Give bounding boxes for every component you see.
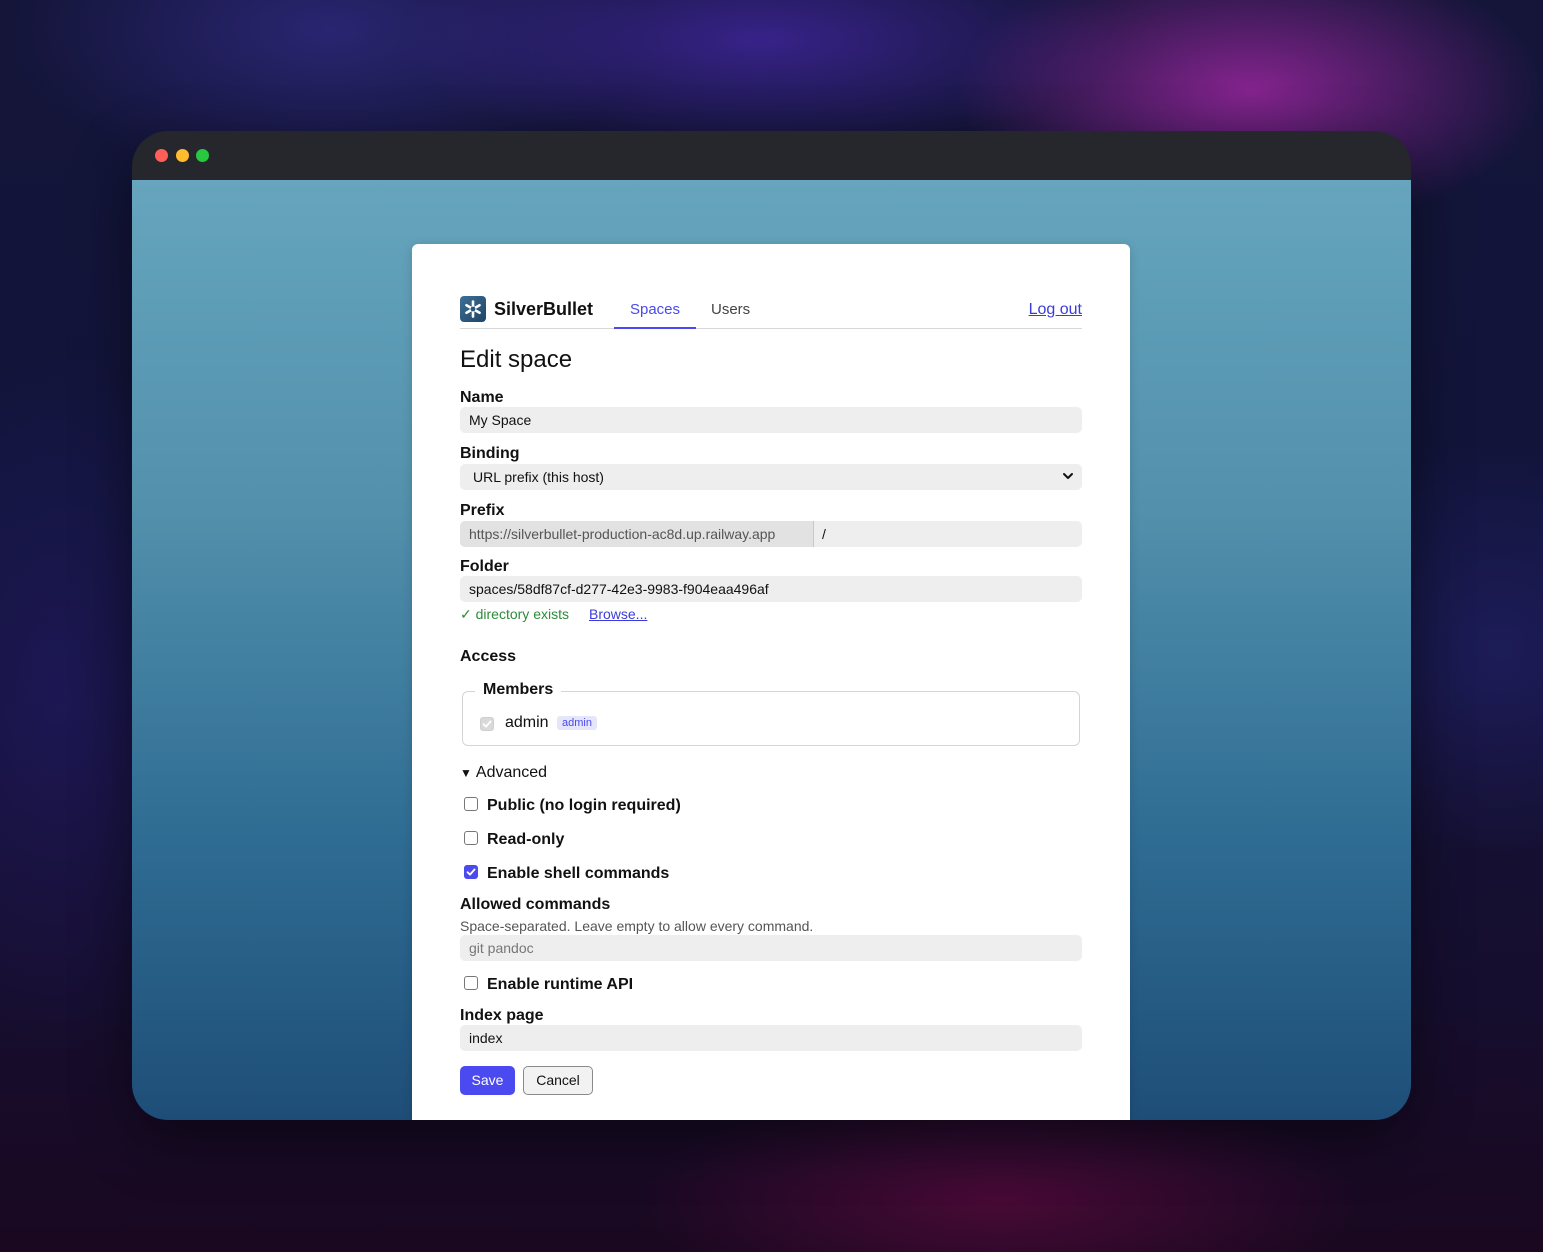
prefix-host-addon: https://silverbullet-production-ac8d.up.… — [460, 521, 814, 547]
tab-spaces[interactable]: Spaces — [614, 301, 696, 329]
allowed-commands-label: Allowed commands — [460, 896, 611, 913]
top-nav: SilverBullet Spaces Users Log out — [460, 296, 1082, 329]
access-heading: Access — [460, 648, 517, 665]
name-label: Name — [460, 389, 504, 406]
browse-link[interactable]: Browse... — [589, 606, 647, 622]
prefix-input-group: https://silverbullet-production-ac8d.up.… — [460, 521, 1082, 547]
window-titlebar — [132, 131, 1411, 180]
public-label[interactable]: Public (no login required) — [487, 797, 681, 815]
page-viewport: SilverBullet Spaces Users Log out Edit s… — [132, 180, 1411, 1120]
binding-select[interactable]: URL prefix (this host) — [460, 464, 1082, 490]
brand-name: SilverBullet — [494, 299, 594, 319]
save-button[interactable]: Save — [460, 1066, 515, 1095]
allowed-commands-input[interactable]: git pandoc — [460, 935, 1082, 961]
members-legend: Members — [475, 681, 562, 699]
index-page-label: Index page — [460, 1007, 544, 1024]
readonly-checkbox[interactable] — [464, 831, 478, 845]
readonly-label[interactable]: Read-only — [487, 831, 564, 849]
advanced-label: Advanced — [475, 764, 548, 781]
members-fieldset: Members admin admin — [462, 681, 1080, 746]
name-input[interactable]: My Space — [460, 407, 1082, 433]
tab-users[interactable]: Users — [711, 301, 750, 318]
admin-role-badge: admin — [557, 716, 597, 730]
directory-status: ✓ directory exists — [460, 606, 569, 622]
cancel-button[interactable]: Cancel — [523, 1066, 593, 1095]
folder-input[interactable]: spaces/58df87cf-d277-42e3-9983-f904eaa49… — [460, 576, 1082, 602]
triangle-down-icon: ▼ — [460, 766, 472, 780]
member-checkbox-admin[interactable] — [480, 717, 494, 731]
allowed-commands-hint: Space-separated. Leave empty to allow ev… — [460, 918, 814, 934]
runtime-api-checkbox[interactable] — [464, 976, 478, 990]
prefix-label: Prefix — [460, 502, 505, 519]
silverbullet-logo-icon — [460, 296, 486, 322]
advanced-toggle[interactable]: ▼ Advanced — [460, 764, 547, 782]
member-name-admin: admin — [505, 714, 549, 731]
binding-label: Binding — [460, 445, 520, 462]
shell-commands-label[interactable]: Enable shell commands — [487, 865, 669, 883]
logout-link[interactable]: Log out — [1029, 301, 1082, 319]
shell-commands-checkbox[interactable] — [464, 865, 478, 879]
public-checkbox[interactable] — [464, 797, 478, 811]
binding-select-value: URL prefix (this host) — [473, 469, 604, 485]
prefix-input[interactable]: / — [822, 526, 826, 542]
maximize-window-button[interactable] — [196, 149, 209, 162]
folder-label: Folder — [460, 558, 509, 575]
minimize-window-button[interactable] — [176, 149, 189, 162]
runtime-api-label[interactable]: Enable runtime API — [487, 976, 633, 994]
close-window-button[interactable] — [155, 149, 168, 162]
index-page-input[interactable]: index — [460, 1025, 1082, 1051]
chevron-down-icon — [1063, 473, 1073, 479]
edit-space-card: SilverBullet Spaces Users Log out Edit s… — [412, 244, 1130, 1120]
checkmark-icon — [466, 868, 476, 876]
page-title: Edit space — [460, 346, 573, 373]
browser-window: SilverBullet Spaces Users Log out Edit s… — [132, 131, 1411, 1120]
